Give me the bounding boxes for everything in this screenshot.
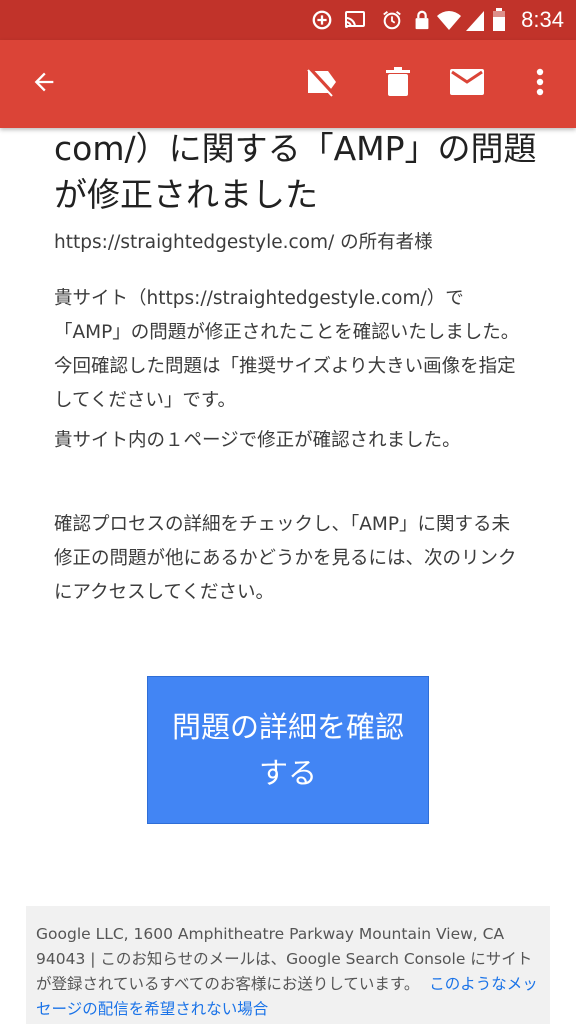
alarm-icon bbox=[380, 8, 404, 32]
label-off-icon bbox=[304, 67, 340, 101]
cta-label: 問題の詳細を確認する bbox=[171, 710, 404, 790]
add-circle-icon bbox=[310, 8, 334, 32]
email-paragraph-1: 貴サイト（https://straightedgestyle.com/）で「AM… bbox=[54, 288, 520, 411]
cast-icon bbox=[342, 8, 368, 32]
email-body: com/）に関する「AMP」の問題が修正されました https://straig… bbox=[0, 128, 576, 1024]
more-vert-icon bbox=[536, 68, 544, 100]
email-footer: Google LLC, 1600 Amphitheatre Parkway Mo… bbox=[26, 906, 550, 1024]
footer-paragraph: Google LLC, 1600 Amphitheatre Parkway Mo… bbox=[26, 906, 550, 1022]
back-button[interactable] bbox=[20, 60, 68, 108]
view-issue-details-button[interactable]: 問題の詳細を確認する bbox=[147, 676, 429, 824]
more-options-button[interactable] bbox=[516, 60, 564, 108]
email-greeting: https://straightedgestyle.com/ の所有者様 bbox=[54, 232, 433, 253]
trash-icon bbox=[386, 67, 410, 101]
signal-icon bbox=[464, 8, 486, 32]
wifi-icon bbox=[436, 8, 462, 32]
delete-button[interactable] bbox=[374, 60, 422, 108]
clock-time: 8:34 bbox=[521, 7, 564, 32]
back-arrow-icon bbox=[30, 68, 58, 100]
remove-label-button[interactable] bbox=[298, 60, 346, 108]
mail-icon bbox=[450, 69, 484, 99]
mark-unread-button[interactable] bbox=[443, 60, 491, 108]
status-bar: 8:34 bbox=[0, 0, 576, 40]
app-bar bbox=[0, 40, 576, 128]
email-paragraph-3: 確認プロセスの詳細をチェックし、「AMP」に関する未修正の問題が他にあるかどうか… bbox=[54, 514, 517, 603]
email-paragraph-2: 貴サイト内の１ページで修正が確認されました。 bbox=[54, 430, 461, 451]
battery-icon bbox=[492, 8, 506, 32]
lock-icon bbox=[412, 8, 432, 32]
email-title: com/）に関する「AMP」の問題が修正されました bbox=[54, 129, 537, 214]
